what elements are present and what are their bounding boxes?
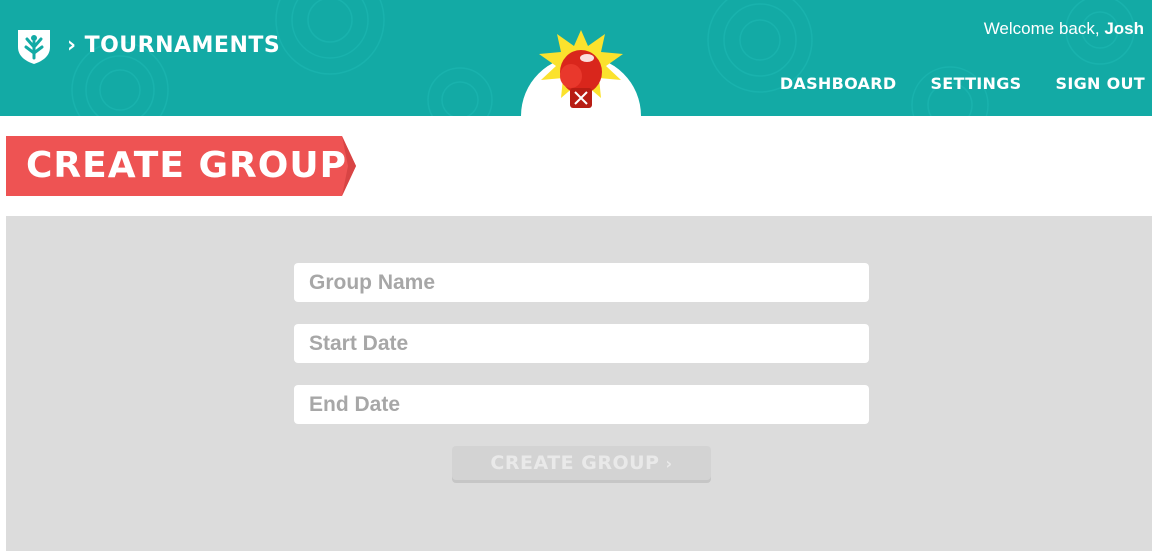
chevron-right-icon: › bbox=[67, 33, 77, 58]
group-name-input[interactable] bbox=[294, 263, 869, 302]
nav-sign-out[interactable]: SIGN OUT bbox=[1056, 74, 1145, 93]
create-group-button-label: CREATE GROUP bbox=[490, 452, 660, 474]
boxing-glove-icon bbox=[539, 30, 623, 108]
end-date-input[interactable] bbox=[294, 385, 869, 424]
start-date-input[interactable] bbox=[294, 324, 869, 363]
create-group-button[interactable]: CREATE GROUP › bbox=[452, 446, 711, 480]
page-title: CREATE GROUP bbox=[26, 145, 347, 186]
main-nav: DASHBOARD SETTINGS SIGN OUT bbox=[780, 74, 1145, 93]
shield-leaf-icon[interactable] bbox=[16, 27, 52, 65]
nav-settings[interactable]: SETTINGS bbox=[930, 74, 1021, 93]
chevron-right-icon: › bbox=[665, 453, 673, 473]
welcome-message: Welcome back, Josh bbox=[984, 19, 1144, 39]
welcome-prefix: Welcome back, bbox=[983, 19, 1105, 38]
nav-dashboard[interactable]: DASHBOARD bbox=[780, 74, 897, 93]
create-group-form: CREATE GROUP › bbox=[6, 216, 1152, 551]
user-name: Josh bbox=[1104, 19, 1144, 38]
breadcrumb[interactable]: › TOURNAMENTS bbox=[67, 33, 280, 58]
breadcrumb-tournaments[interactable]: TOURNAMENTS bbox=[85, 33, 281, 58]
